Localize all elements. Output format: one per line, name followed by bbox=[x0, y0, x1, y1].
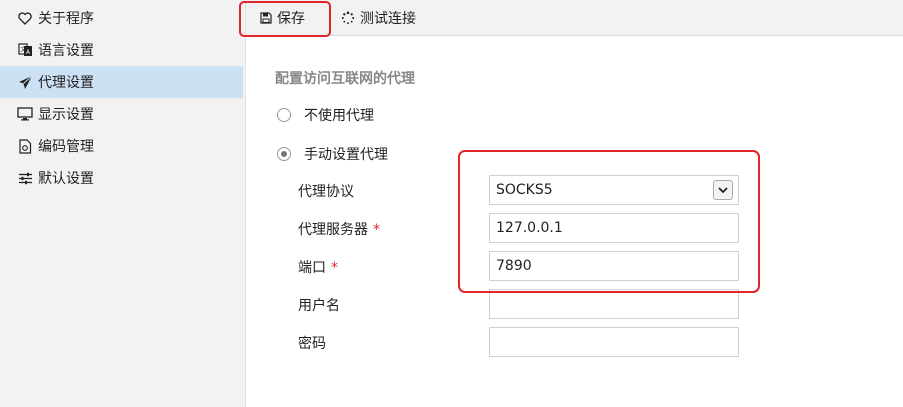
sidebar-item-label: 关于程序 bbox=[38, 11, 94, 27]
radio-label: 手动设置代理 bbox=[304, 147, 388, 163]
port-label-text: 端口 bbox=[298, 260, 326, 276]
translate-icon: 文A bbox=[17, 42, 33, 58]
required-mark: * bbox=[331, 260, 338, 276]
required-mark: * bbox=[373, 222, 380, 238]
username-label: 用户名 bbox=[298, 298, 340, 314]
sidebar: 关于程序 文A 语言设置 代理设置 显示设置 编码管理 默认设置 bbox=[0, 0, 246, 407]
sidebar-item-defaults[interactable]: 默认设置 bbox=[0, 162, 243, 194]
password-input[interactable] bbox=[489, 327, 739, 357]
toolbar: 保存 测试连接 bbox=[246, 0, 903, 36]
protocol-value: SOCKS5 bbox=[496, 182, 553, 198]
radio-button-checked[interactable] bbox=[277, 147, 291, 161]
save-button[interactable]: 保存 bbox=[246, 0, 332, 36]
port-input[interactable] bbox=[489, 251, 739, 281]
test-connection-label: 测试连接 bbox=[360, 11, 416, 27]
sidebar-item-label: 默认设置 bbox=[38, 171, 94, 187]
chevron-down-icon[interactable] bbox=[713, 180, 733, 200]
sidebar-item-label: 代理设置 bbox=[38, 75, 94, 91]
password-label: 密码 bbox=[298, 336, 326, 352]
heart-icon bbox=[17, 10, 33, 26]
radio-button[interactable] bbox=[277, 108, 291, 122]
sidebar-item-encoding[interactable]: 编码管理 bbox=[0, 130, 243, 162]
server-label-text: 代理服务器 bbox=[298, 222, 368, 238]
sidebar-item-language[interactable]: 文A 语言设置 bbox=[0, 34, 243, 66]
spinner-icon bbox=[341, 11, 355, 25]
port-label: 端口 * bbox=[298, 257, 338, 277]
sidebar-item-about[interactable]: 关于程序 bbox=[0, 2, 243, 34]
radio-no-proxy[interactable]: 不使用代理 bbox=[277, 105, 374, 125]
monitor-icon bbox=[17, 106, 33, 122]
code-file-icon bbox=[17, 138, 33, 154]
section-title: 配置访问互联网的代理 bbox=[275, 71, 415, 87]
floppy-disk-icon bbox=[260, 12, 272, 24]
paper-plane-icon bbox=[17, 74, 33, 90]
server-input[interactable] bbox=[489, 213, 739, 243]
test-connection-button[interactable]: 测试连接 bbox=[341, 0, 431, 36]
radio-manual-proxy[interactable]: 手动设置代理 bbox=[277, 144, 388, 164]
sidebar-item-proxy[interactable]: 代理设置 bbox=[0, 66, 243, 98]
radio-label: 不使用代理 bbox=[304, 108, 374, 124]
sidebar-item-label: 显示设置 bbox=[38, 107, 94, 123]
sliders-icon bbox=[17, 170, 33, 186]
protocol-label: 代理协议 bbox=[298, 184, 354, 200]
save-button-label: 保存 bbox=[277, 11, 305, 27]
sidebar-item-display[interactable]: 显示设置 bbox=[0, 98, 243, 130]
protocol-select[interactable]: SOCKS5 bbox=[489, 175, 739, 205]
username-input[interactable] bbox=[489, 289, 739, 319]
server-label: 代理服务器 * bbox=[298, 219, 380, 239]
sidebar-item-label: 编码管理 bbox=[38, 139, 94, 155]
sidebar-item-label: 语言设置 bbox=[38, 43, 94, 59]
